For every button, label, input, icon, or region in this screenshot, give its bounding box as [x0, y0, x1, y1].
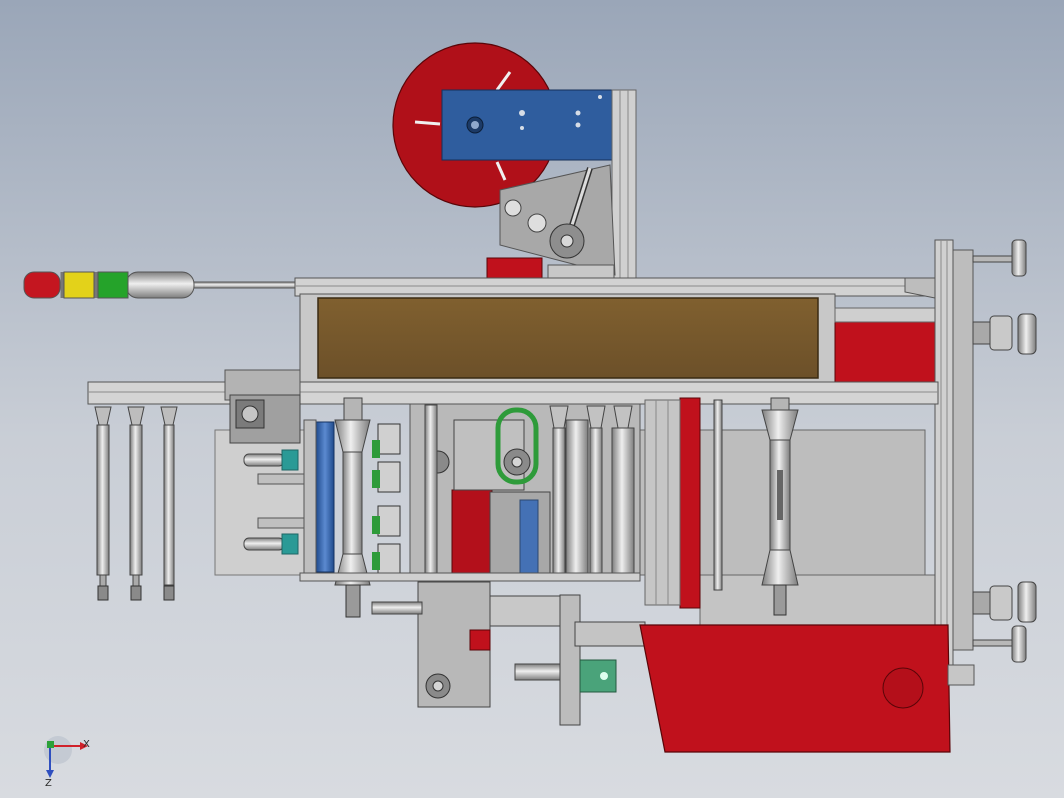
red-lamp: [23, 271, 61, 299]
upper-column: [611, 89, 637, 281]
red-separator-strip: [679, 397, 701, 609]
lower-rail: [299, 572, 641, 582]
yellow-lamp: [63, 271, 95, 299]
guide-rods-right: [549, 405, 635, 579]
upper-frame-beam: [294, 277, 946, 297]
tie-rod: [713, 399, 723, 591]
air-cylinder-2: [127, 406, 145, 601]
tower-body: [125, 271, 195, 299]
red-side-plate: [451, 489, 493, 581]
green-mount-bracket: [579, 659, 617, 693]
right-vertical-frame: [934, 239, 954, 666]
air-cylinder-3: [160, 406, 178, 601]
bearing-blocks: [372, 423, 401, 575]
adjuster-knob-lower: [972, 581, 1037, 623]
brown-panel: [317, 297, 819, 379]
machine-assembly-drawing: X Z: [23, 42, 1037, 789]
leveling-foot-bottom: [972, 625, 1027, 663]
guide-spool-left: [334, 397, 371, 618]
right-red-panel: [834, 321, 936, 383]
label-peeler-block: [486, 257, 543, 279]
cad-viewport[interactable]: X Z: [0, 0, 1064, 798]
x-axis-label: X: [83, 739, 90, 750]
servo-motor: [229, 394, 301, 444]
z-axis-label: Z: [45, 778, 52, 789]
feed-roller-1: [315, 421, 335, 573]
green-lamp: [97, 271, 129, 299]
main-conveyor-rail: [87, 381, 939, 405]
leveling-foot-top: [972, 239, 1027, 277]
adjuster-knob-upper: [972, 313, 1037, 355]
access-port: [882, 667, 924, 709]
signal-tower: [23, 271, 296, 299]
coordinate-triad: X Z: [44, 736, 90, 789]
lower-drive-unit: [371, 581, 646, 726]
air-cylinder-1: [94, 406, 112, 601]
